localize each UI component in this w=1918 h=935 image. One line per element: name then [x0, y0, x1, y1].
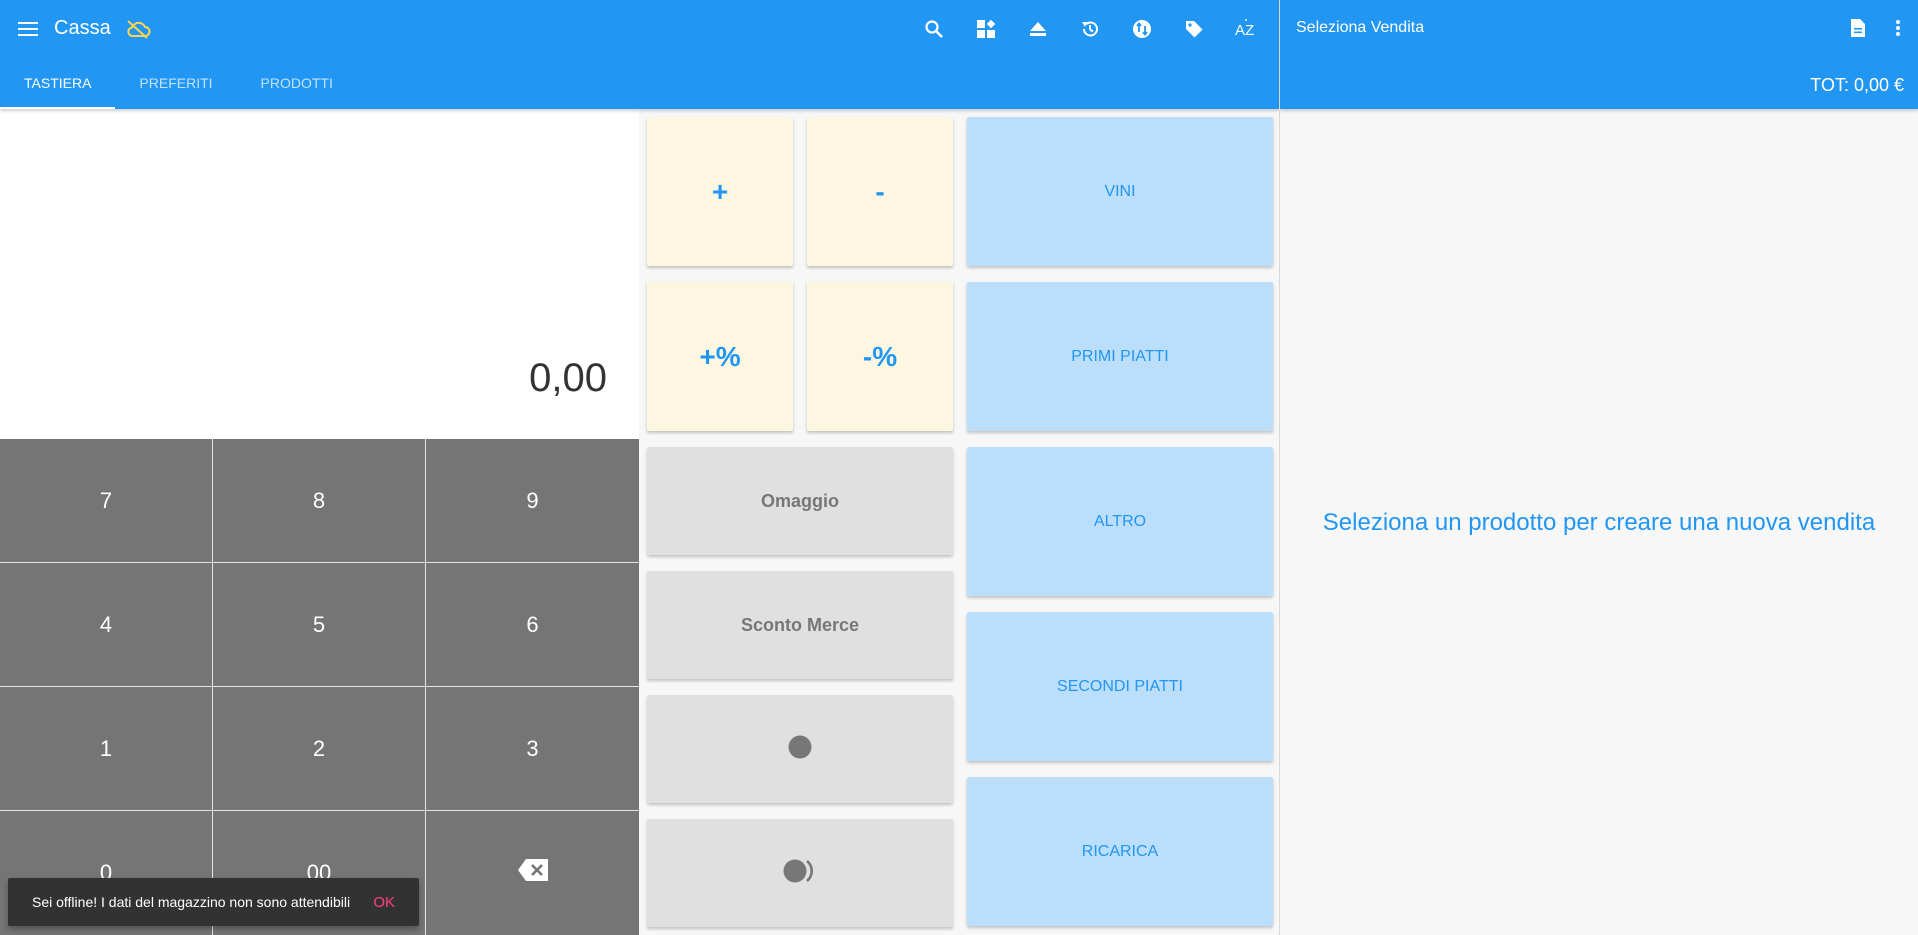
key-7[interactable]: 7 [0, 439, 213, 563]
filled-circle-icon [787, 734, 813, 765]
menu-icon[interactable] [16, 17, 40, 41]
tab-prodotti[interactable]: PRODOTTI [237, 57, 357, 109]
full-circle-button[interactable] [647, 695, 953, 803]
more-vert-icon[interactable] [1878, 2, 1918, 54]
snackbar-message: Sei offline! I dati del magazzino non so… [32, 894, 351, 910]
empty-sale-message: Seleziona un prodotto per creare una nuo… [1322, 509, 1876, 536]
offline-snackbar: Sei offline! I dati del magazzino non so… [8, 878, 419, 926]
minus-percent-button[interactable]: -% [807, 282, 953, 431]
category-secondi-piatti[interactable]: SECONDI PIATTI [967, 612, 1273, 761]
sconto-merce-button[interactable]: Sconto Merce [647, 571, 953, 679]
amount-value: 0,00 [529, 356, 607, 400]
split-circle-icon [782, 858, 818, 889]
key-6[interactable]: 6 [426, 563, 639, 687]
sale-panel-title: Seleziona Vendita [1296, 19, 1425, 36]
sale-panel-header: Seleziona Vendita TOT: 0,00 € [1280, 0, 1918, 109]
cloud-off-icon [125, 19, 151, 39]
sort-az-icon[interactable]: AZ [1220, 3, 1272, 55]
partial-circle-button[interactable] [647, 819, 953, 927]
plus-percent-button[interactable]: +% [647, 282, 793, 431]
document-icon[interactable] [1838, 2, 1878, 54]
eject-icon[interactable] [1012, 3, 1064, 55]
app-header: Cassa AZ TASTIERA PREFERITI PRODOTTI [0, 0, 1279, 109]
pos-app: Cassa AZ TASTIERA PREFERITI PRODOTTI Sel… [0, 0, 1918, 935]
category-primi-piatti[interactable]: PRIMI PIATTI [967, 282, 1273, 431]
key-2[interactable]: 2 [213, 687, 426, 811]
category-ricarica[interactable]: RICARICA [967, 777, 1273, 926]
key-5[interactable]: 5 [213, 563, 426, 687]
panel-divider [1279, 0, 1280, 935]
tab-bar: TASTIERA PREFERITI PRODOTTI [0, 57, 1279, 109]
tab-tastiera[interactable]: TASTIERA [0, 57, 116, 109]
history-icon[interactable] [1064, 3, 1116, 55]
key-9[interactable]: 9 [426, 439, 639, 563]
plus-button[interactable]: + [647, 117, 793, 266]
amount-display: 0,00 [0, 109, 639, 439]
toolbar: Cassa AZ [0, 0, 1279, 57]
backspace-key[interactable] [426, 811, 639, 935]
app-title: Cassa [54, 17, 111, 39]
search-icon[interactable] [908, 3, 960, 55]
numeric-keypad: 7 8 9 4 5 6 1 2 3 0 00 [0, 439, 639, 935]
minus-button[interactable]: - [807, 117, 953, 266]
sort-az-label: AZ [1235, 22, 1254, 39]
key-1[interactable]: 1 [0, 687, 213, 811]
tag-icon[interactable] [1168, 3, 1220, 55]
sale-total: TOT: 0,00 € [1810, 75, 1904, 95]
exchange-icon[interactable] [1116, 3, 1168, 55]
sale-panel: Seleziona un prodotto per creare una nuo… [1280, 109, 1918, 935]
key-3[interactable]: 3 [426, 687, 639, 811]
category-vini[interactable]: VINI [967, 117, 1273, 266]
dashboard-icon[interactable] [960, 3, 1012, 55]
snackbar-ok-button[interactable]: OK [373, 894, 395, 911]
category-altro[interactable]: ALTRO [967, 447, 1273, 596]
key-4[interactable]: 4 [0, 563, 213, 687]
tab-preferiti[interactable]: PREFERITI [115, 57, 236, 109]
omaggio-button[interactable]: Omaggio [647, 447, 953, 555]
key-8[interactable]: 8 [213, 439, 426, 563]
backspace-icon [517, 858, 549, 888]
